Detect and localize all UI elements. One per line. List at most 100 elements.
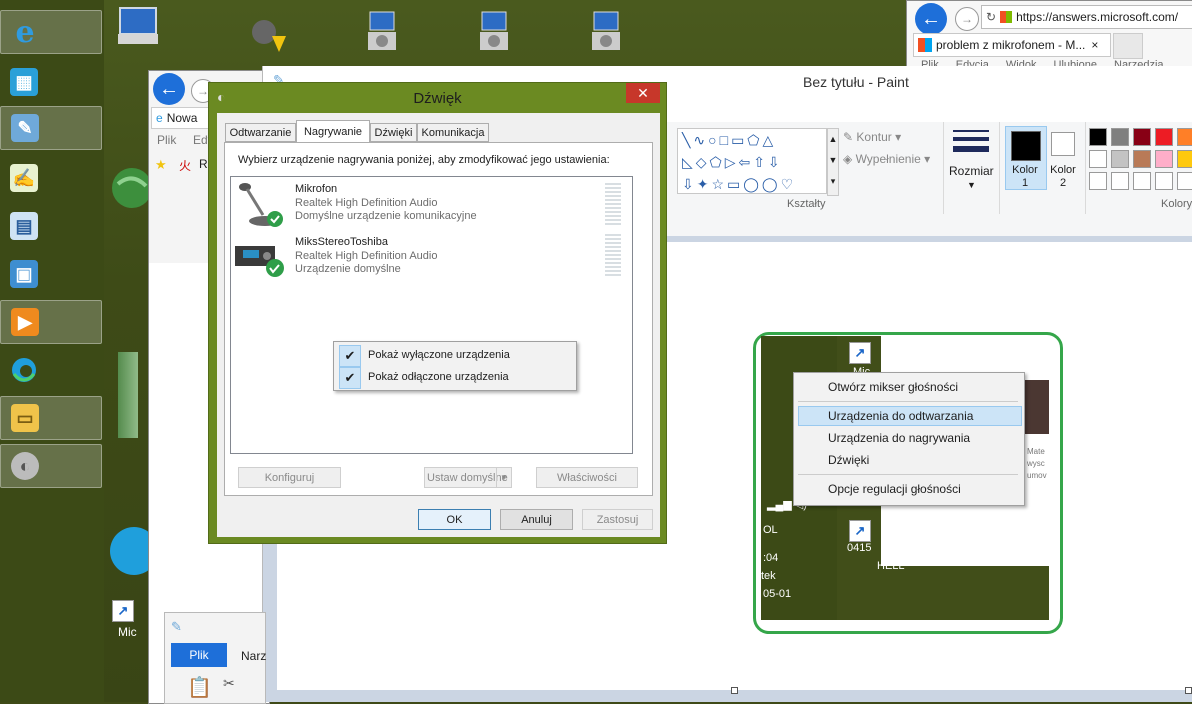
shapes-scroll[interactable]: ▲ ▼ ▾ (827, 128, 839, 196)
taskbar-notepad[interactable]: ✍ (0, 156, 102, 200)
file-tab[interactable]: Plik (171, 643, 227, 667)
show-disconnected-devices[interactable]: Pokaż odłączone urządzenia (368, 366, 509, 388)
pasted-dark-image (1023, 380, 1049, 434)
chevron-down-icon[interactable]: ▼ (496, 468, 511, 487)
new-tab-button[interactable] (1113, 33, 1143, 59)
device-item-mikrofon[interactable]: Mikrofon Realtek High Definition Audio D… (233, 181, 631, 231)
paste-icon[interactable]: 📋 (187, 675, 212, 700)
desktop-mic-label[interactable]: Mic (118, 625, 137, 639)
taskbar-paint[interactable]: ✎ (0, 106, 102, 150)
tab-recording[interactable]: Nagrywanie (296, 120, 370, 143)
device-status: Urządzenie domyślne (295, 263, 401, 275)
palette-swatch[interactable] (1111, 172, 1129, 190)
palette-swatch[interactable] (1177, 172, 1192, 190)
level-meter (605, 234, 621, 276)
ie-tab[interactable]: problem z mikrofonem - M... × (913, 33, 1111, 57)
show-disabled-devices[interactable]: Pokaż wyłączone urządzenia (368, 344, 510, 366)
palette-swatch[interactable] (1177, 128, 1192, 146)
dialog-titlebar[interactable]: ◐ Dźwięk ✕ (209, 83, 666, 113)
back-button[interactable]: ← (915, 3, 947, 35)
pasted-time-label: :04 (763, 552, 779, 564)
pasted-mate: Mate (1027, 447, 1045, 456)
fill-dropdown[interactable]: ◈ Wypełnienie ▾ (843, 152, 930, 166)
taskbar-calculator[interactable]: ▤ (0, 204, 102, 248)
properties-button[interactable]: Właściwości (536, 467, 638, 488)
check-icon: ✔ (339, 345, 361, 367)
paint-icon: ✎ (11, 114, 39, 142)
device-list[interactable]: Mikrofon Realtek High Definition Audio D… (230, 176, 633, 454)
taskbar-ie[interactable]: e (0, 10, 102, 54)
palette-swatch[interactable] (1133, 150, 1151, 168)
installer-icon[interactable] (470, 8, 516, 54)
microphone-icon (239, 183, 283, 227)
forward-button[interactable]: → (955, 7, 979, 31)
tab-playback[interactable]: Odtwarzanie (225, 123, 296, 142)
grid-app-icon: ▦ (10, 68, 38, 96)
device-driver: Realtek High Definition Audio (295, 197, 438, 209)
tab-close-icon[interactable]: × (1091, 38, 1098, 52)
paint-app-icon: ✎ (171, 619, 182, 634)
colors-group-label: Kolory (1161, 198, 1192, 210)
sound-card-icon (235, 246, 284, 277)
outline-dropdown[interactable]: ✎ Kontur ▾ (843, 130, 901, 144)
ctx-separator (798, 401, 1018, 402)
palette-swatch[interactable] (1089, 150, 1107, 168)
ms-logo-icon (1000, 11, 1013, 23)
device-item-miksstereo[interactable]: MiksStereoToshiba Realtek High Definitio… (233, 234, 631, 284)
configure-button[interactable]: Konfiguruj (238, 467, 341, 488)
apply-button[interactable]: Zastosuj (582, 509, 653, 530)
palette-swatch[interactable] (1089, 128, 1107, 146)
shapes-gallery[interactable]: ╲∿○□▭⬠△ ◺◇⬠▷⇦⇧⇩ ⇩✦☆▭◯◯♡ (677, 128, 827, 194)
close-button[interactable]: ✕ (626, 83, 660, 103)
canvas-resize-handle[interactable] (1185, 687, 1192, 694)
edge-icon (10, 356, 38, 384)
calculator-icon: ▤ (10, 212, 38, 240)
pasted-context-menu: Otwórz mikser głośności Urządzenia do od… (793, 372, 1025, 506)
cancel-button[interactable]: Anuluj (500, 509, 573, 530)
tab-communications[interactable]: Komunikacja (417, 123, 489, 142)
taskbar-edge[interactable] (0, 348, 102, 392)
glass-icon[interactable] (110, 350, 146, 440)
installer-icon[interactable] (582, 8, 628, 54)
taskbar-sound[interactable]: ◐ (0, 444, 102, 488)
instruction-text: Wybierz urządzenie nagrywania poniżej, a… (238, 154, 610, 166)
palette-swatch[interactable] (1111, 128, 1129, 146)
canvas-resize-handle[interactable] (731, 687, 738, 694)
palette-swatch[interactable] (1111, 150, 1129, 168)
tab-sounds[interactable]: Dźwięki (370, 123, 417, 142)
taskbar-media-player[interactable]: ▶ (0, 300, 102, 344)
device-driver: Realtek High Definition Audio (295, 250, 438, 262)
tools-tab[interactable]: Narz (241, 649, 266, 663)
favorites-star-icon[interactable]: ★ (155, 157, 167, 173)
palette-swatch[interactable] (1133, 172, 1151, 190)
palette-swatch[interactable] (1155, 128, 1173, 146)
ctx-recording-devices: Urządzenia do nagrywania (828, 431, 971, 445)
sound-dialog: ◐ Dźwięk ✕ Odtwarzanie Nagrywanie Dźwięk… (208, 82, 667, 544)
palette-swatch[interactable] (1133, 128, 1151, 146)
color2-swatch[interactable] (1051, 132, 1075, 156)
palette-swatch[interactable] (1177, 150, 1192, 168)
ok-button[interactable]: OK (418, 509, 491, 530)
computer-icon[interactable] (114, 4, 160, 50)
taskbar-grid-app[interactable]: ▦ (0, 60, 102, 104)
device-name: MiksStereoToshiba (295, 236, 388, 248)
menu-file[interactable]: Plik (157, 133, 176, 147)
notepad-icon: ✍ (10, 164, 38, 192)
refresh-icon[interactable]: ↻ (986, 10, 996, 24)
set-default-dropdown[interactable]: Ustaw domyślne ▼ (424, 467, 512, 488)
taskbar-explorer[interactable]: ▭ (0, 396, 102, 440)
installer-icon[interactable] (358, 8, 404, 54)
back-button[interactable]: ← (153, 73, 185, 105)
palette-swatch[interactable] (1155, 150, 1173, 168)
size-label[interactable]: Rozmiar (949, 164, 994, 178)
address-bar[interactable]: ↻ https://answers.microsoft.com/ (981, 5, 1192, 29)
palette-swatch[interactable] (1089, 172, 1107, 190)
cut-icon[interactable]: ✂ (223, 675, 235, 692)
network-icon[interactable] (246, 10, 292, 56)
palette-swatch[interactable] (1155, 172, 1173, 190)
url-text: https://answers.microsoft.com/ (1016, 10, 1179, 24)
pasted-wysc: wysc (1027, 459, 1045, 468)
taskbar-control-panel[interactable]: ▣ (0, 252, 102, 296)
size-icon[interactable] (953, 130, 989, 158)
color-palette (1089, 128, 1192, 192)
